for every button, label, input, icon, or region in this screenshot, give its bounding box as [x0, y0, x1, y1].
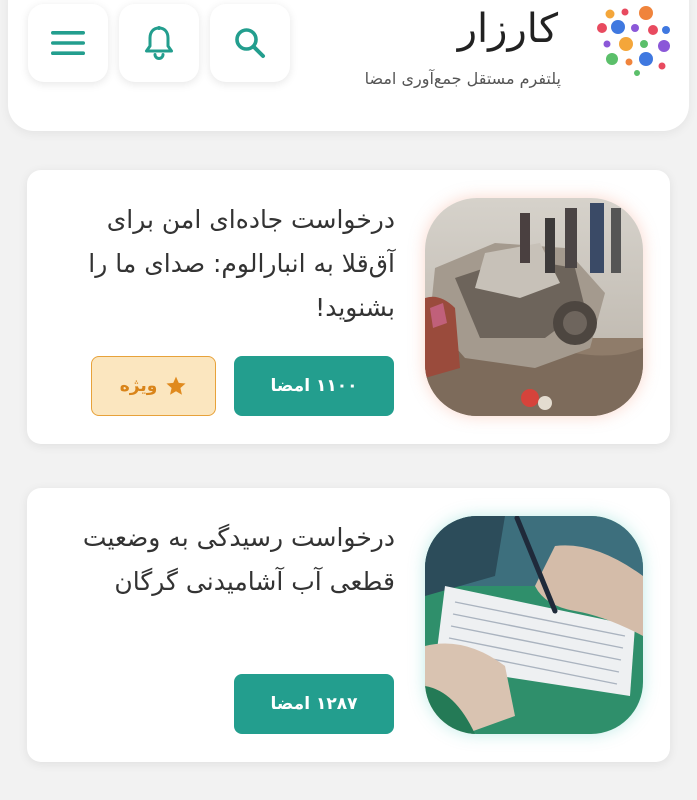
- petition-image[interactable]: [425, 516, 643, 734]
- special-badge-label: ویژه: [119, 376, 158, 396]
- app-subtitle: پلتفرم مستقل جمع‌آوری امضا: [364, 69, 561, 88]
- signing-petition-photo: [425, 516, 643, 734]
- logo-dots-icon: [597, 6, 670, 76]
- search-button[interactable]: [210, 4, 290, 82]
- car-accident-photo: [425, 198, 643, 416]
- petition-title[interactable]: درخواست جاده‌ای امن برای آق‌قلا به انبار…: [67, 198, 395, 330]
- app-header: کارزار پلتفرم مستقل جمع‌آوری امضا: [8, 0, 689, 131]
- petition-card[interactable]: درخواست رسیدگی به وضعیت قطعی آب آشامیدنی…: [27, 488, 670, 762]
- star-icon: [166, 376, 186, 395]
- bell-icon: [145, 26, 173, 60]
- petition-title[interactable]: درخواست رسیدگی به وضعیت قطعی آب آشامیدنی…: [67, 516, 395, 604]
- menu-button[interactable]: [28, 4, 108, 82]
- app-title: کارزار: [457, 6, 558, 52]
- special-badge-button[interactable]: ویژه: [91, 356, 216, 416]
- notifications-button[interactable]: [119, 4, 199, 82]
- menu-icon: [51, 31, 85, 55]
- petition-image[interactable]: [425, 198, 643, 416]
- signatures-button[interactable]: ۱۲۸۷ امضا: [234, 674, 394, 734]
- signatures-button[interactable]: ۱۱۰۰ امضا: [234, 356, 394, 416]
- petition-card[interactable]: درخواست جاده‌ای امن برای آق‌قلا به انبار…: [27, 170, 670, 444]
- search-icon: [235, 28, 265, 58]
